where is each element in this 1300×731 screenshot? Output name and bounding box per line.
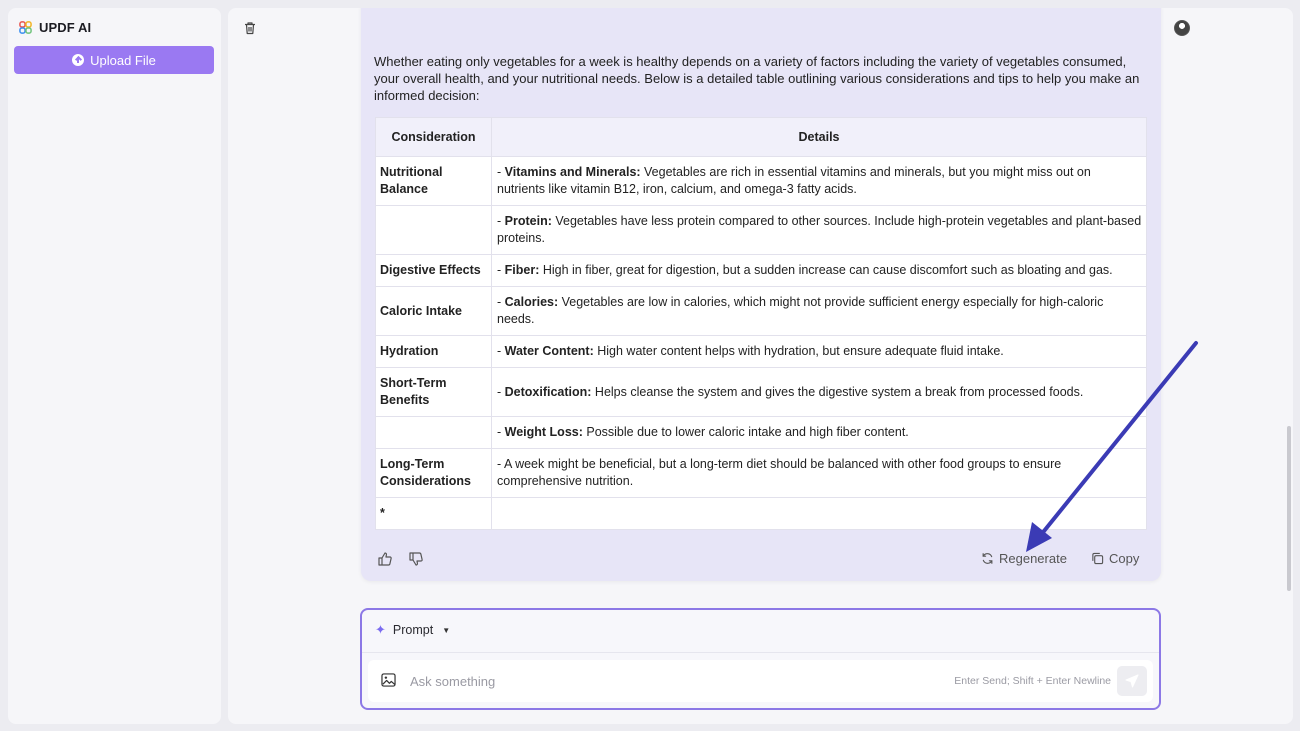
upload-file-label: Upload File [90, 52, 156, 68]
details-prefix: - [497, 295, 505, 309]
column-header: Details [491, 117, 1147, 157]
table-row: Nutritional Balance - Vitamins and Minera… [375, 156, 1147, 206]
details-cell: - Water Content: High water content help… [491, 335, 1147, 368]
details-cell: - Detoxification: Helps cleanse the syst… [491, 367, 1147, 417]
table-header-row: Consideration Details [375, 117, 1147, 157]
details-text: Vegetables have less protein compared to… [497, 214, 1142, 245]
answer-actions: Regenerate Copy [361, 551, 1161, 573]
details-term: Water Content: [504, 344, 594, 358]
details-text: A week might be beneficial, but a long-t… [497, 457, 1062, 488]
sidebar: UPDF AI Upload File [8, 8, 221, 724]
copy-button[interactable]: Copy [1091, 551, 1139, 566]
details-cell: - Fiber: High in fiber, great for digest… [491, 254, 1147, 287]
details-prefix: - [497, 214, 505, 228]
details-term: Vitamins and Minerals: [504, 165, 641, 179]
upload-icon [72, 54, 85, 66]
copy-label: Copy [1109, 551, 1140, 566]
details-prefix: - [497, 384, 505, 399]
details-term: Detoxification: [504, 384, 592, 399]
details-cell: - Protein: Vegetables have less protein … [491, 205, 1147, 255]
details-term: Calories: [504, 295, 559, 309]
details-cell: - A week might be beneficial, but a long… [491, 448, 1147, 498]
details-cell: - Weight Loss: Possible due to lower cal… [491, 416, 1147, 449]
details-cell: - Calories: Vegetables are low in calori… [491, 286, 1147, 336]
upload-file-button[interactable]: Upload File [14, 46, 214, 74]
caret-down-icon: ▼ [442, 625, 451, 635]
details-term: Fiber: [504, 263, 540, 277]
ask-input[interactable] [410, 672, 890, 690]
details-prefix: - [497, 263, 505, 277]
details-text: Possible due to lower caloric intake and… [582, 425, 909, 439]
answer-card: Whether eating only vegetables for a wee… [361, 8, 1161, 581]
details-term: Protein: [504, 214, 552, 228]
consideration-cell: Digestive Effects [375, 254, 492, 287]
table-row: - Weight Loss: Possible due to lower cal… [375, 416, 1147, 449]
consideration-cell: Long-Term Considerations [375, 448, 492, 498]
input-row: Enter Send; Shift + Enter Newline [368, 660, 1153, 702]
prompt-mode-dropdown[interactable]: ✦ Prompt ▼ [375, 622, 450, 638]
details-text: Vegetables are low in calories, which mi… [497, 295, 1104, 326]
user-avatar[interactable] [1174, 20, 1190, 36]
consideration-cell: Caloric Intake [375, 286, 492, 336]
details-prefix: - [497, 165, 505, 179]
thumbs-up-icon[interactable] [377, 551, 393, 567]
details-text: Helps cleanse the system and gives the d… [591, 384, 1084, 399]
column-header: Consideration [375, 117, 492, 157]
details-prefix: - [497, 344, 505, 358]
scrollbar[interactable] [1287, 426, 1291, 591]
table-row: Digestive Effects - Fiber: High in fiber,… [375, 254, 1147, 287]
table-row: Hydration - Water Content: High water con… [375, 335, 1147, 368]
brand: UPDF AI [19, 20, 91, 35]
updf-logo-icon [19, 21, 32, 34]
app-name: UPDF AI [39, 20, 92, 35]
regenerate-button[interactable]: Regenerate [981, 551, 1067, 566]
consideration-cell: Nutritional Balance [375, 156, 492, 206]
keyboard-hint: Enter Send; Shift + Enter Newline [954, 675, 1111, 687]
table-row: * [375, 497, 1147, 530]
copy-icon [1092, 552, 1104, 565]
details-prefix: - [497, 457, 504, 471]
send-button[interactable] [1117, 666, 1147, 696]
details-text: High water content helps with hydration,… [593, 344, 1004, 358]
image-upload-icon[interactable] [381, 673, 396, 687]
table-row: Long-Term Considerations - A week might b… [375, 448, 1147, 498]
details-cell: - Vitamins and Minerals: Vegetables are … [491, 156, 1147, 206]
send-icon [1125, 674, 1139, 688]
trash-icon[interactable] [243, 21, 257, 35]
consideration-cell [375, 416, 492, 449]
answer-intro: Whether eating only vegetables for a wee… [374, 54, 1140, 103]
table-row: Short-Term Benefits - Detoxification: Hel… [375, 367, 1147, 417]
refresh-icon [982, 553, 993, 564]
details-term: Weight Loss: [504, 425, 583, 439]
regenerate-label: Regenerate [999, 551, 1067, 566]
thumbs-down-icon[interactable] [408, 551, 424, 567]
table-row: Caloric Intake - Calories: Vegetables are… [375, 286, 1147, 336]
divider [362, 652, 1159, 653]
details-prefix: - [497, 425, 505, 439]
consideration-cell: Short-Term Benefits [375, 367, 492, 417]
consideration-cell [375, 205, 492, 255]
details-cell [491, 497, 1147, 530]
prompt-mode-label: Prompt [392, 623, 434, 637]
table-row: - Protein: Vegetables have less protein … [375, 205, 1147, 255]
consideration-cell: Hydration [375, 335, 492, 368]
consideration-cell: * [375, 497, 492, 530]
sparkle-icon: ✦ [375, 622, 386, 637]
details-text: High in fiber, great for digestion, but … [539, 263, 1113, 277]
prompt-box: ✦ Prompt ▼ Enter Send; Shift + Enter New… [360, 608, 1161, 710]
considerations-table: Consideration Details Nutritional Balanc… [375, 117, 1147, 530]
